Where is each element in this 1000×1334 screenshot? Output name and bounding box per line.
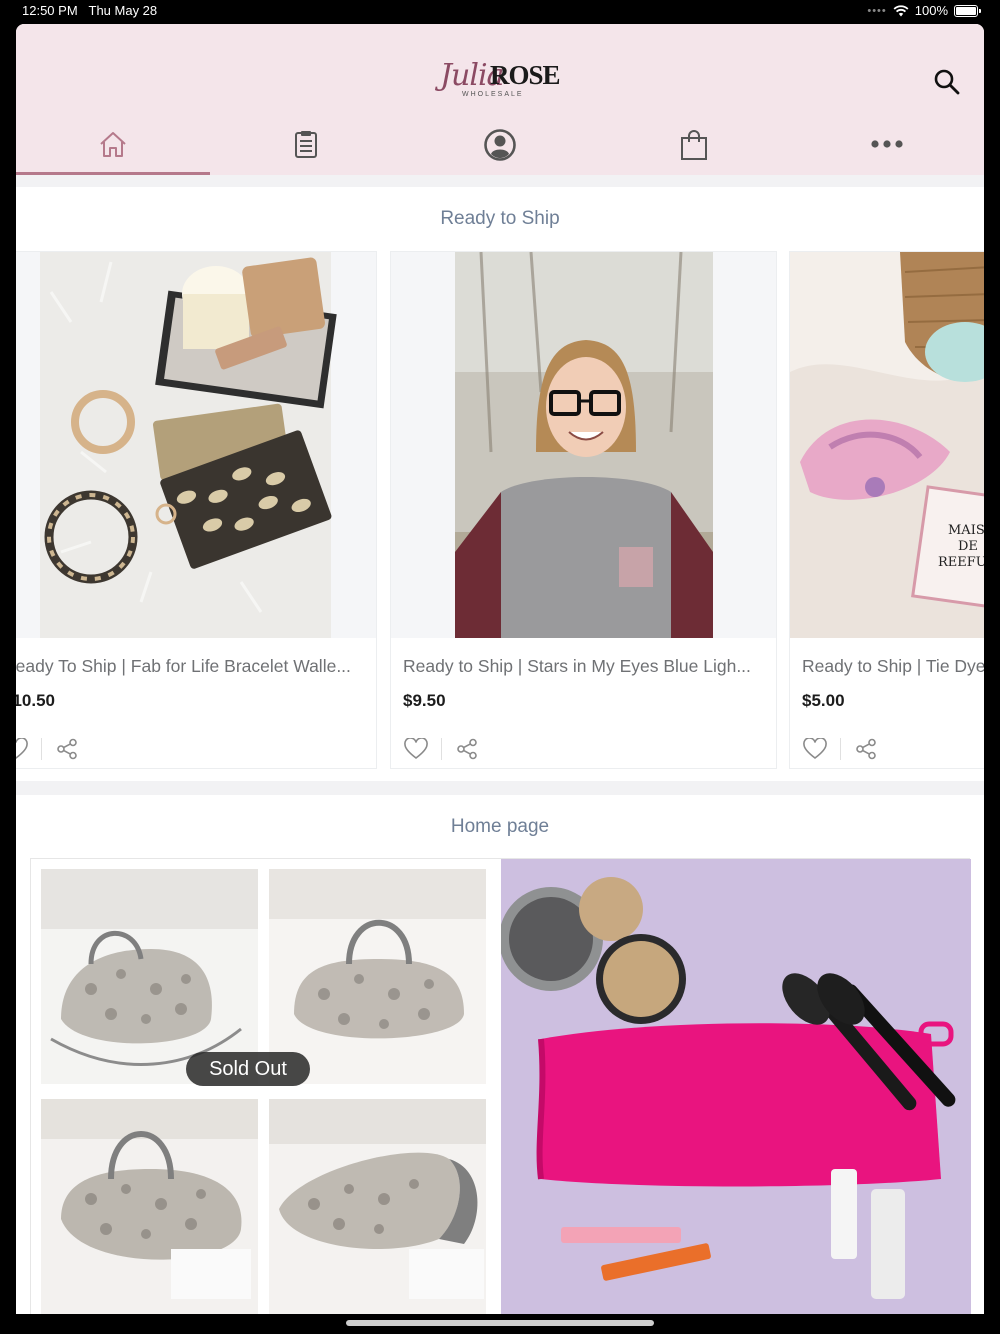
heart-icon <box>803 738 827 760</box>
share-icon <box>856 738 876 760</box>
product-tile[interactable] <box>501 859 971 1314</box>
product-price: $5.00 <box>802 691 845 710</box>
logo-sub: WHOLESALE <box>462 91 524 98</box>
status-bar: 12:50 PM Thu May 28 •••• 100% <box>0 0 1000 24</box>
action-divider <box>41 738 42 760</box>
search-button[interactable] <box>932 67 962 97</box>
tab-account[interactable] <box>403 122 597 175</box>
product-price: $10.50 <box>16 691 55 710</box>
wifi-icon <box>893 4 909 16</box>
action-divider <box>441 738 442 760</box>
tab-more[interactable] <box>790 122 984 175</box>
share-button[interactable] <box>853 736 879 762</box>
heart-icon <box>404 738 428 760</box>
sold-out-badge: Sold Out <box>186 1052 310 1086</box>
logo-caps: ROSE <box>490 60 561 90</box>
more-dots-icon <box>871 140 903 148</box>
user-circle-icon <box>484 129 516 161</box>
share-icon <box>57 738 77 760</box>
share-icon <box>457 738 477 760</box>
share-button[interactable] <box>54 736 80 762</box>
product-card[interactable]: Ready To Ship | Fab for Life Bracelet Wa… <box>16 251 377 769</box>
action-divider <box>840 738 841 760</box>
section-title-ready[interactable]: Ready to Ship <box>16 208 984 230</box>
favorite-button[interactable] <box>802 736 828 762</box>
product-tile[interactable] <box>269 869 486 1084</box>
product-tile[interactable] <box>269 1099 486 1314</box>
svg-text:DE: DE <box>958 539 978 554</box>
product-card[interactable]: Ready to Ship | Stars in My Eyes Blue Li… <box>390 251 777 769</box>
product-name[interactable]: Ready to Ship | Tie Dye <box>802 656 984 677</box>
product-image[interactable] <box>16 252 376 638</box>
product-actions <box>403 736 480 762</box>
battery-icon <box>954 4 981 17</box>
product-name[interactable]: Ready To Ship | Fab for Life Bracelet Wa… <box>16 656 363 677</box>
ready-to-ship-section: Ready to Ship Ready To Ship | Fab for Li… <box>16 187 984 781</box>
app-window: Julia ROSE WHOLESALE Ready to Ship Ready… <box>16 24 984 1314</box>
product-actions <box>16 736 80 762</box>
tab-orders[interactable] <box>210 122 404 175</box>
product-card[interactable]: MAIS DE REEFUR Ready to Ship | Tie Dye $… <box>789 251 984 769</box>
tab-bar <box>16 122 984 175</box>
header: Julia ROSE WHOLESALE <box>16 24 984 175</box>
product-tile[interactable] <box>41 1099 258 1314</box>
home-icon <box>100 132 126 157</box>
search-icon <box>934 69 960 95</box>
product-name[interactable]: Ready to Ship | Stars in My Eyes Blue Li… <box>403 656 763 677</box>
product-image[interactable] <box>391 252 776 638</box>
svg-text:MAIS: MAIS <box>948 523 984 538</box>
shopping-bag-icon <box>680 130 707 160</box>
battery-percent: 100% <box>914 3 948 18</box>
home-grid <box>30 858 971 1314</box>
status-indicators: •••• 100% <box>867 3 981 18</box>
favorite-button[interactable] <box>16 736 29 762</box>
section-title-home[interactable]: Home page <box>16 816 984 838</box>
logo[interactable]: Julia ROSE WHOLESALE <box>438 56 561 102</box>
home-indicator[interactable] <box>346 1320 654 1326</box>
svg-text:REEFUR: REEFUR <box>938 555 984 570</box>
product-actions <box>802 736 879 762</box>
cellular-icon: •••• <box>867 4 887 17</box>
clipboard-icon <box>295 131 318 158</box>
product-carousel[interactable]: Ready To Ship | Fab for Life Bracelet Wa… <box>16 251 984 769</box>
favorite-button[interactable] <box>403 736 429 762</box>
tab-home[interactable] <box>16 122 210 175</box>
status-time: 12:50 PM Thu May 28 <box>22 3 158 18</box>
home-page-section: Home page <box>16 795 984 1314</box>
product-price: $9.50 <box>403 691 446 710</box>
product-image[interactable]: MAIS DE REEFUR <box>790 252 984 638</box>
heart-icon <box>16 738 28 760</box>
tab-cart[interactable] <box>597 122 791 175</box>
share-button[interactable] <box>454 736 480 762</box>
